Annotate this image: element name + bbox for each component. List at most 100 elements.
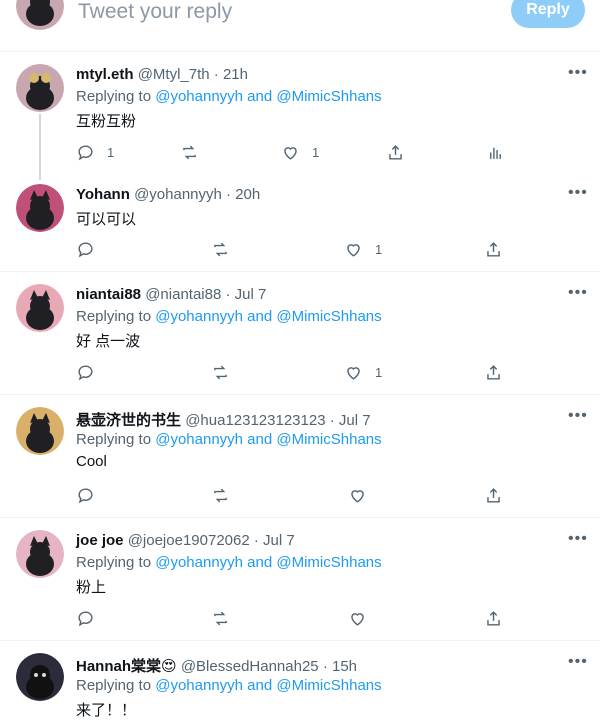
mention-and: and <box>247 677 273 694</box>
reply-action[interactable] <box>76 361 95 383</box>
reply-count: 1 <box>107 144 115 160</box>
display-name[interactable]: 悬壶济世的书生 <box>76 412 181 429</box>
tweet[interactable]: mtyl.eth @Mtyl_7th · 21h ••• Replying to… <box>0 52 600 172</box>
tweet-header: Yohann @yohannyyh · 20h <box>76 186 260 203</box>
retweet-icon <box>183 145 196 159</box>
tweet[interactable]: niantai88 @niantai88 · Jul 7 ••• Replyin… <box>0 272 600 395</box>
mention-and: and <box>247 308 273 325</box>
heart-icon <box>351 612 364 626</box>
separator-dot: · <box>329 412 335 429</box>
reply-action[interactable] <box>76 238 95 260</box>
avatar[interactable] <box>16 64 64 112</box>
retweet-action[interactable] <box>211 361 230 383</box>
tweet-actions: 1 <box>76 361 516 385</box>
separator-dot: · <box>213 66 219 83</box>
avatar[interactable] <box>16 407 64 455</box>
retweet-icon <box>214 365 227 379</box>
retweet-action[interactable] <box>211 238 230 260</box>
mention-link[interactable]: @MimicShhans <box>276 431 381 448</box>
more-options-icon[interactable]: ••• <box>568 653 588 671</box>
reply-button[interactable]: Reply <box>511 0 585 28</box>
like-count: 1 <box>375 364 383 380</box>
tweet-header: mtyl.eth @Mtyl_7th · 21h <box>76 66 248 83</box>
mention-link[interactable]: @MimicShhans <box>276 554 381 571</box>
user-handle[interactable]: @joejoe19072062 <box>128 532 250 549</box>
user-handle[interactable]: @yohannyyh <box>134 186 222 203</box>
reply-action[interactable] <box>76 484 95 506</box>
like-action[interactable]: 1 <box>344 238 382 260</box>
share-action[interactable] <box>484 238 503 260</box>
mention-link[interactable]: @MimicShhans <box>276 677 381 694</box>
reply-action[interactable]: 1 <box>76 141 114 163</box>
mention-link[interactable]: @yohannyyh <box>155 308 243 325</box>
more-options-icon[interactable]: ••• <box>568 407 588 425</box>
share-icon <box>487 241 500 257</box>
user-handle[interactable]: @BlessedHannah25 <box>181 658 319 675</box>
analytics-icon <box>490 147 501 159</box>
share-action[interactable] <box>484 484 503 506</box>
like-action[interactable] <box>348 607 367 629</box>
tweet-actions: 1 1 <box>76 141 516 165</box>
display-name[interactable]: Hannah棠棠😍 <box>76 658 177 675</box>
timestamp[interactable]: 21h <box>223 66 248 83</box>
mention-link[interactable]: @yohannyyh <box>155 431 243 448</box>
share-icon <box>487 487 500 503</box>
more-options-icon[interactable]: ••• <box>568 184 588 202</box>
tweet[interactable]: Yohann @yohannyyh · 20h ••• 可以可以 1 <box>0 172 600 272</box>
display-name[interactable]: joe joe <box>76 532 124 549</box>
share-action[interactable] <box>484 361 503 383</box>
mention-link[interactable]: @MimicShhans <box>276 308 381 325</box>
mention-and: and <box>247 431 273 448</box>
more-options-icon[interactable]: ••• <box>568 284 588 302</box>
tweet[interactable]: Hannah棠棠😍 @BlessedHannah25 · 15h ••• Rep… <box>0 641 600 728</box>
reply-input[interactable]: Tweet your reply <box>78 0 232 24</box>
retweet-action[interactable] <box>211 607 230 629</box>
mention-link[interactable]: @yohannyyh <box>155 88 243 105</box>
avatar[interactable] <box>16 284 64 332</box>
tweet-header: joe joe @joejoe19072062 · Jul 7 <box>76 532 295 549</box>
timestamp[interactable]: 20h <box>235 186 260 203</box>
user-handle[interactable]: @hua123123123123 <box>185 412 325 429</box>
display-name[interactable]: niantai88 <box>76 286 141 303</box>
avatar[interactable] <box>16 184 64 232</box>
tweet-header: niantai88 @niantai88 · Jul 7 <box>76 286 266 303</box>
share-action[interactable] <box>484 607 503 629</box>
display-name[interactable]: mtyl.eth <box>76 66 134 83</box>
tweet-text: Cool <box>76 453 107 470</box>
retweet-action[interactable] <box>180 141 199 163</box>
mention-link[interactable]: @yohannyyh <box>155 554 243 571</box>
tweet-header: Hannah棠棠😍 @BlessedHannah25 · 15h <box>76 655 357 676</box>
reply-icon <box>78 241 93 257</box>
reply-action[interactable] <box>76 607 95 629</box>
retweet-action[interactable] <box>211 484 230 506</box>
more-options-icon[interactable]: ••• <box>568 64 588 82</box>
separator-dot: · <box>322 658 328 675</box>
timestamp[interactable]: Jul 7 <box>235 286 267 303</box>
more-options-icon[interactable]: ••• <box>568 530 588 548</box>
timestamp[interactable]: 15h <box>332 658 357 675</box>
heart-icon <box>351 489 364 503</box>
reply-icon <box>78 364 93 380</box>
user-handle[interactable]: @niantai88 <box>145 286 221 303</box>
analytics-action[interactable] <box>486 141 505 163</box>
mention-link[interactable]: @MimicShhans <box>276 88 381 105</box>
user-handle[interactable]: @Mtyl_7th <box>138 66 210 83</box>
replying-prefix: Replying to <box>76 554 152 571</box>
composer-avatar <box>16 0 64 30</box>
like-action[interactable]: 1 <box>344 361 382 383</box>
mention-link[interactable]: @yohannyyh <box>155 677 243 694</box>
replying-to: Replying to @yohannyyh and @MimicShhans <box>76 308 382 325</box>
tweet-text: 好 点一波 <box>76 333 141 350</box>
heart-icon <box>347 243 360 257</box>
timestamp[interactable]: Jul 7 <box>263 532 295 549</box>
timestamp[interactable]: Jul 7 <box>339 412 371 429</box>
tweet[interactable]: 悬壶济世的书生 @hua123123123123 · Jul 7 ••• Rep… <box>0 395 600 518</box>
like-action[interactable] <box>348 484 367 506</box>
tweet[interactable]: joe joe @joejoe19072062 · Jul 7 ••• Repl… <box>0 518 600 641</box>
like-action[interactable]: 1 <box>281 141 319 163</box>
reply-icon <box>78 610 93 626</box>
avatar[interactable] <box>16 653 64 701</box>
avatar[interactable] <box>16 530 64 578</box>
share-action[interactable] <box>386 141 405 163</box>
display-name[interactable]: Yohann <box>76 186 130 203</box>
